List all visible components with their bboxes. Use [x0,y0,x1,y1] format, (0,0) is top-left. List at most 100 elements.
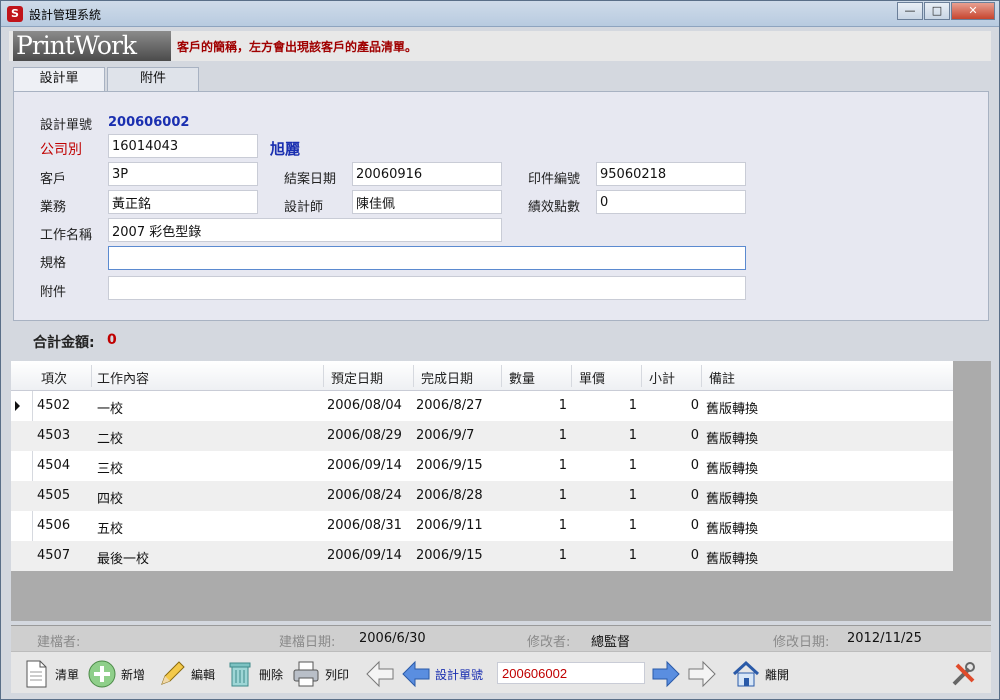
next-record-button[interactable] [651,658,685,690]
cell-planned[interactable]: 2006/08/31 [327,518,407,533]
cell-done[interactable]: 2006/9/15 [416,548,496,563]
minimize-button[interactable]: — [897,2,923,20]
cell-done[interactable]: 2006/8/28 [416,488,496,503]
print-button[interactable]: 列印 [291,658,349,690]
customer-field[interactable] [108,162,258,186]
created-date-value: 2006/6/30 [359,631,426,646]
cell-subtotal[interactable]: 0 [647,488,699,503]
add-button[interactable]: 新增 [87,658,145,690]
last-record-button[interactable] [687,658,721,690]
cell-planned[interactable]: 2006/09/14 [327,548,407,563]
cell-price[interactable]: 1 [579,518,637,533]
table-row[interactable]: 4506 五校 2006/08/31 2006/9/11 1 1 0 舊版轉換 [11,511,953,541]
table-row[interactable]: 4505 四校 2006/08/24 2006/8/28 1 1 0 舊版轉換 [11,481,953,511]
cell-qty[interactable]: 1 [509,428,567,443]
first-record-button[interactable] [365,658,399,690]
app-icon: S [7,6,23,22]
tab-attachments[interactable]: 附件 [107,67,199,91]
cell-note[interactable]: 舊版轉換 [706,398,826,417]
cell-qty[interactable]: 1 [509,518,567,533]
cell-qty[interactable]: 1 [509,398,567,413]
sales-field[interactable] [108,190,258,214]
cell-subtotal[interactable]: 0 [647,398,699,413]
cell-no[interactable]: 4504 [37,458,87,473]
cell-note[interactable]: 舊版轉換 [706,458,826,477]
points-field[interactable] [596,190,746,214]
designer-label: 設計師 [284,200,324,215]
close-date-field[interactable] [352,162,502,186]
exit-button[interactable]: 離開 [731,658,789,690]
attach-field[interactable] [108,276,746,300]
cell-note[interactable]: 舊版轉換 [706,518,826,537]
tab-strip: 設計單 附件 [13,67,201,93]
close-button[interactable]: ✕ [951,2,995,20]
cell-no[interactable]: 4506 [37,518,87,533]
cell-done[interactable]: 2006/8/27 [416,398,496,413]
cell-subtotal[interactable]: 0 [647,458,699,473]
cell-subtotal[interactable]: 0 [647,428,699,443]
cell-content[interactable]: 四校 [97,488,317,507]
col-qty[interactable]: 數量 [509,368,535,387]
cell-note[interactable]: 舊版轉換 [706,428,826,447]
cell-content[interactable]: 一校 [97,398,317,417]
cell-subtotal[interactable]: 0 [647,548,699,563]
app-window: S 設計管理系統 — □ ✕ PrintWork 客戶的簡稱，左方會出現該客戶的… [0,0,1000,700]
col-content[interactable]: 工作內容 [97,368,149,387]
job-field[interactable] [108,218,502,242]
table-row[interactable]: 4503 二校 2006/08/29 2006/9/7 1 1 0 舊版轉換 [11,421,953,451]
table-row[interactable]: 4507 最後一校 2006/09/14 2006/9/15 1 1 0 舊版轉換 [11,541,953,571]
cell-content[interactable]: 二校 [97,428,317,447]
cell-content[interactable]: 三校 [97,458,317,477]
cell-no[interactable]: 4503 [37,428,87,443]
print-no-field[interactable] [596,162,746,186]
clear-button[interactable]: 清單 [21,658,79,690]
cell-planned[interactable]: 2006/08/29 [327,428,407,443]
cell-no[interactable]: 4502 [37,398,87,413]
cell-planned[interactable]: 2006/08/04 [327,398,407,413]
cell-note[interactable]: 舊版轉換 [706,548,826,567]
col-planned-date[interactable]: 預定日期 [331,368,383,387]
cell-qty[interactable]: 1 [509,548,567,563]
col-note[interactable]: 備註 [709,368,735,387]
cell-planned[interactable]: 2006/08/24 [327,488,407,503]
cell-price[interactable]: 1 [579,458,637,473]
col-subtotal[interactable]: 小計 [649,368,675,387]
col-price[interactable]: 單價 [579,368,605,387]
company-field[interactable] [108,134,258,158]
edit-button[interactable]: 編輯 [157,658,215,690]
arrow-right-outline-icon [688,660,716,688]
cell-content[interactable]: 最後一校 [97,548,317,567]
tools-menu-button[interactable] [949,658,983,690]
cell-no[interactable]: 4505 [37,488,87,503]
cell-qty[interactable]: 1 [509,458,567,473]
cell-planned[interactable]: 2006/09/14 [327,458,407,473]
cell-price[interactable]: 1 [579,488,637,503]
cell-done[interactable]: 2006/9/7 [416,428,496,443]
tab-design-order[interactable]: 設計單 [13,67,105,93]
delete-button[interactable]: 刪除 [225,658,283,690]
cell-done[interactable]: 2006/9/11 [416,518,496,533]
col-done-date[interactable]: 完成日期 [421,368,473,387]
record-number-field[interactable] [497,662,645,684]
cell-price[interactable]: 1 [579,548,637,563]
cell-qty[interactable]: 1 [509,488,567,503]
customer-label: 客戶 [40,172,67,187]
cell-content[interactable]: 五校 [97,518,317,537]
cell-subtotal[interactable]: 0 [647,518,699,533]
designer-field[interactable] [352,190,502,214]
cell-no[interactable]: 4507 [37,548,87,563]
cell-done[interactable]: 2006/9/15 [416,458,496,473]
attach-label: 附件 [40,285,67,300]
col-separator [571,365,572,387]
table-row[interactable]: 4504 三校 2006/09/14 2006/9/15 1 1 0 舊版轉換 [11,451,953,481]
col-item-no[interactable]: 項次 [41,368,67,387]
table-row[interactable]: 4502 一校 2006/08/04 2006/8/27 1 1 0 舊版轉換 [11,391,953,421]
clear-label: 清單 [55,667,80,682]
col-separator [701,365,702,387]
cell-price[interactable]: 1 [579,398,637,413]
spec-field[interactable] [108,246,746,270]
cell-price[interactable]: 1 [579,428,637,443]
previous-record-button[interactable]: 設計單號 [401,658,483,690]
maximize-button[interactable]: □ [924,2,950,20]
cell-note[interactable]: 舊版轉換 [706,488,826,507]
